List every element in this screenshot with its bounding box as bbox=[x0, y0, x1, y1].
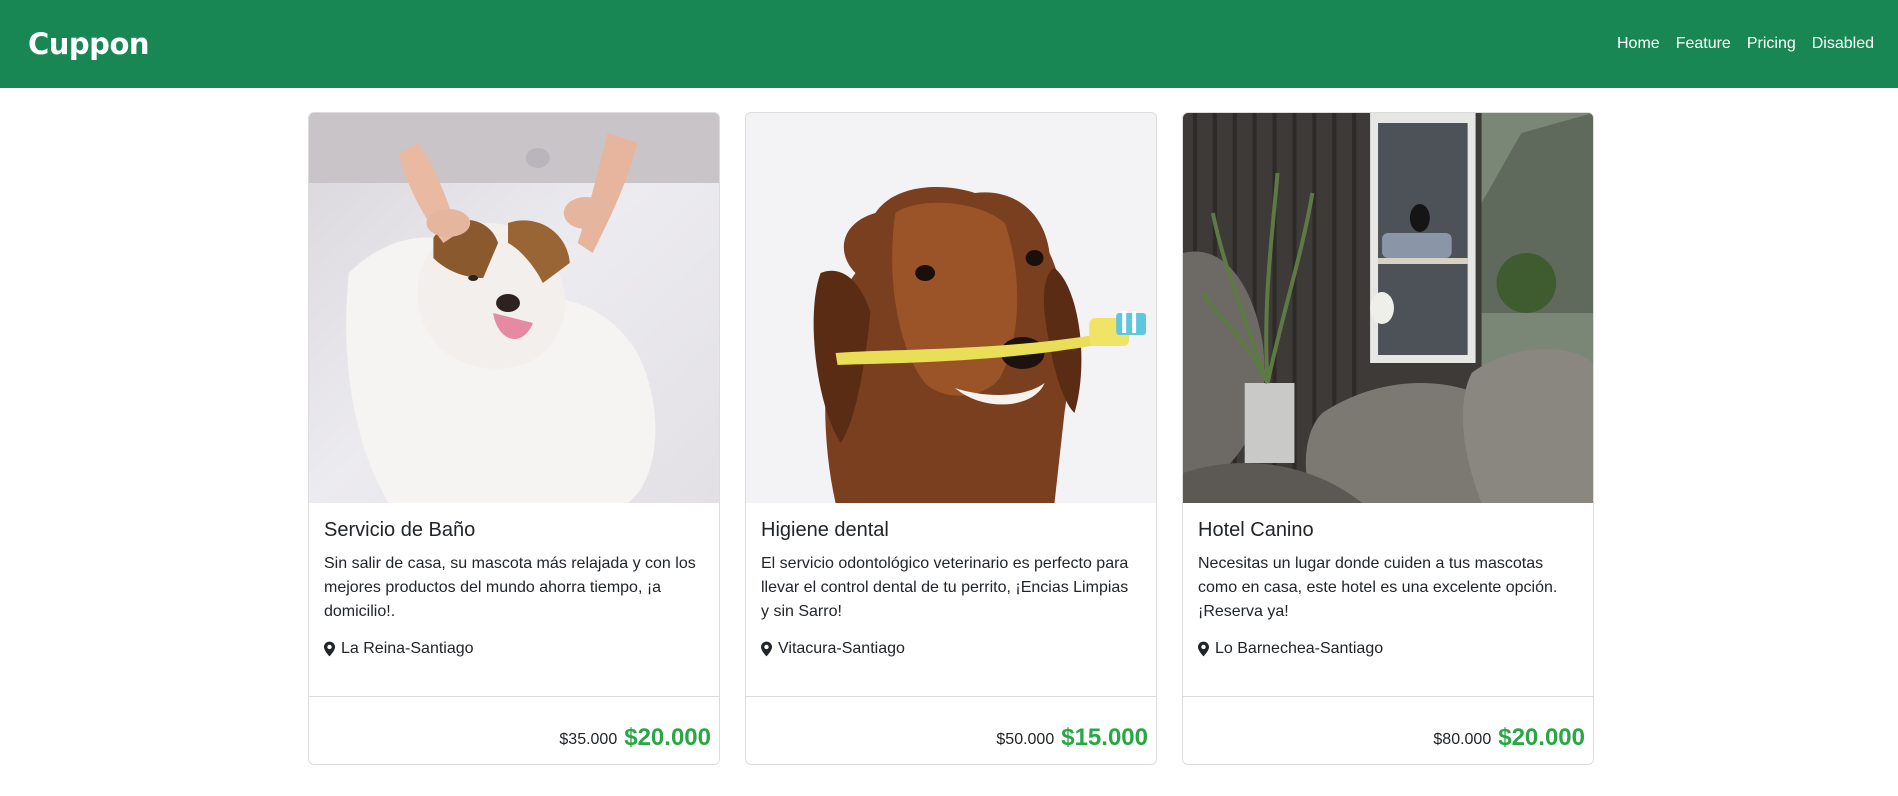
dog-hotel-photo bbox=[1183, 113, 1593, 503]
navbar: Cuppon Home Feature Pricing Disabled bbox=[0, 0, 1898, 88]
card-body: Servicio de Baño Sin salir de casa, su m… bbox=[309, 503, 719, 696]
card-title: Higiene dental bbox=[761, 519, 889, 541]
card-dental-hygiene[interactable]: Higiene dental El servicio odontológico … bbox=[745, 112, 1157, 765]
card-footer: $50.000 $15.000 bbox=[746, 696, 1156, 764]
map-marker-icon bbox=[761, 641, 772, 657]
card-body: Hotel Canino Necesitas un lugar donde cu… bbox=[1183, 503, 1593, 696]
old-price: $35.000 bbox=[559, 731, 618, 748]
card-title: Servicio de Baño bbox=[324, 519, 476, 541]
location-label: Vitacura-Santiago bbox=[778, 640, 905, 657]
card-description: El servicio odontológico veterinario es … bbox=[761, 555, 1129, 620]
new-price: $20.000 bbox=[624, 724, 711, 751]
nav-links: Home Feature Pricing Disabled bbox=[1609, 27, 1882, 61]
card-title: Hotel Canino bbox=[1198, 519, 1314, 541]
card-footer: $80.000 $20.000 bbox=[1183, 696, 1593, 764]
new-price: $15.000 bbox=[1061, 724, 1148, 751]
card-location: Lo Barnechea-Santiago bbox=[1198, 640, 1577, 658]
dog-toothbrush-photo bbox=[746, 113, 1156, 503]
location-label: La Reina-Santiago bbox=[341, 640, 474, 657]
nav-link-disabled[interactable]: Disabled bbox=[1804, 27, 1882, 61]
card-body: Higiene dental El servicio odontológico … bbox=[746, 503, 1156, 696]
card-location: La Reina-Santiago bbox=[324, 640, 703, 658]
location-label: Lo Barnechea-Santiago bbox=[1215, 640, 1384, 657]
card-description: Necesitas un lugar donde cuiden a tus ma… bbox=[1198, 555, 1558, 620]
nav-link-feature[interactable]: Feature bbox=[1668, 27, 1739, 61]
card-description: Sin salir de casa, su mascota más relaja… bbox=[324, 555, 696, 620]
card-bath-service[interactable]: Servicio de Baño Sin salir de casa, su m… bbox=[308, 112, 720, 765]
old-price: $80.000 bbox=[1433, 731, 1492, 748]
old-price: $50.000 bbox=[996, 731, 1055, 748]
brand-logo[interactable]: Cuppon bbox=[28, 27, 150, 61]
dog-bath-photo bbox=[309, 113, 719, 503]
card-list: Servicio de Baño Sin salir de casa, su m… bbox=[308, 112, 1594, 765]
card-location: Vitacura-Santiago bbox=[761, 640, 1140, 658]
map-marker-icon bbox=[1198, 641, 1209, 657]
new-price: $20.000 bbox=[1498, 724, 1585, 751]
map-marker-icon bbox=[324, 641, 335, 657]
card-dog-hotel[interactable]: Hotel Canino Necesitas un lugar donde cu… bbox=[1182, 112, 1594, 765]
card-footer: $35.000 $20.000 bbox=[309, 696, 719, 764]
nav-link-pricing[interactable]: Pricing bbox=[1739, 27, 1804, 61]
nav-link-home[interactable]: Home bbox=[1609, 27, 1668, 61]
